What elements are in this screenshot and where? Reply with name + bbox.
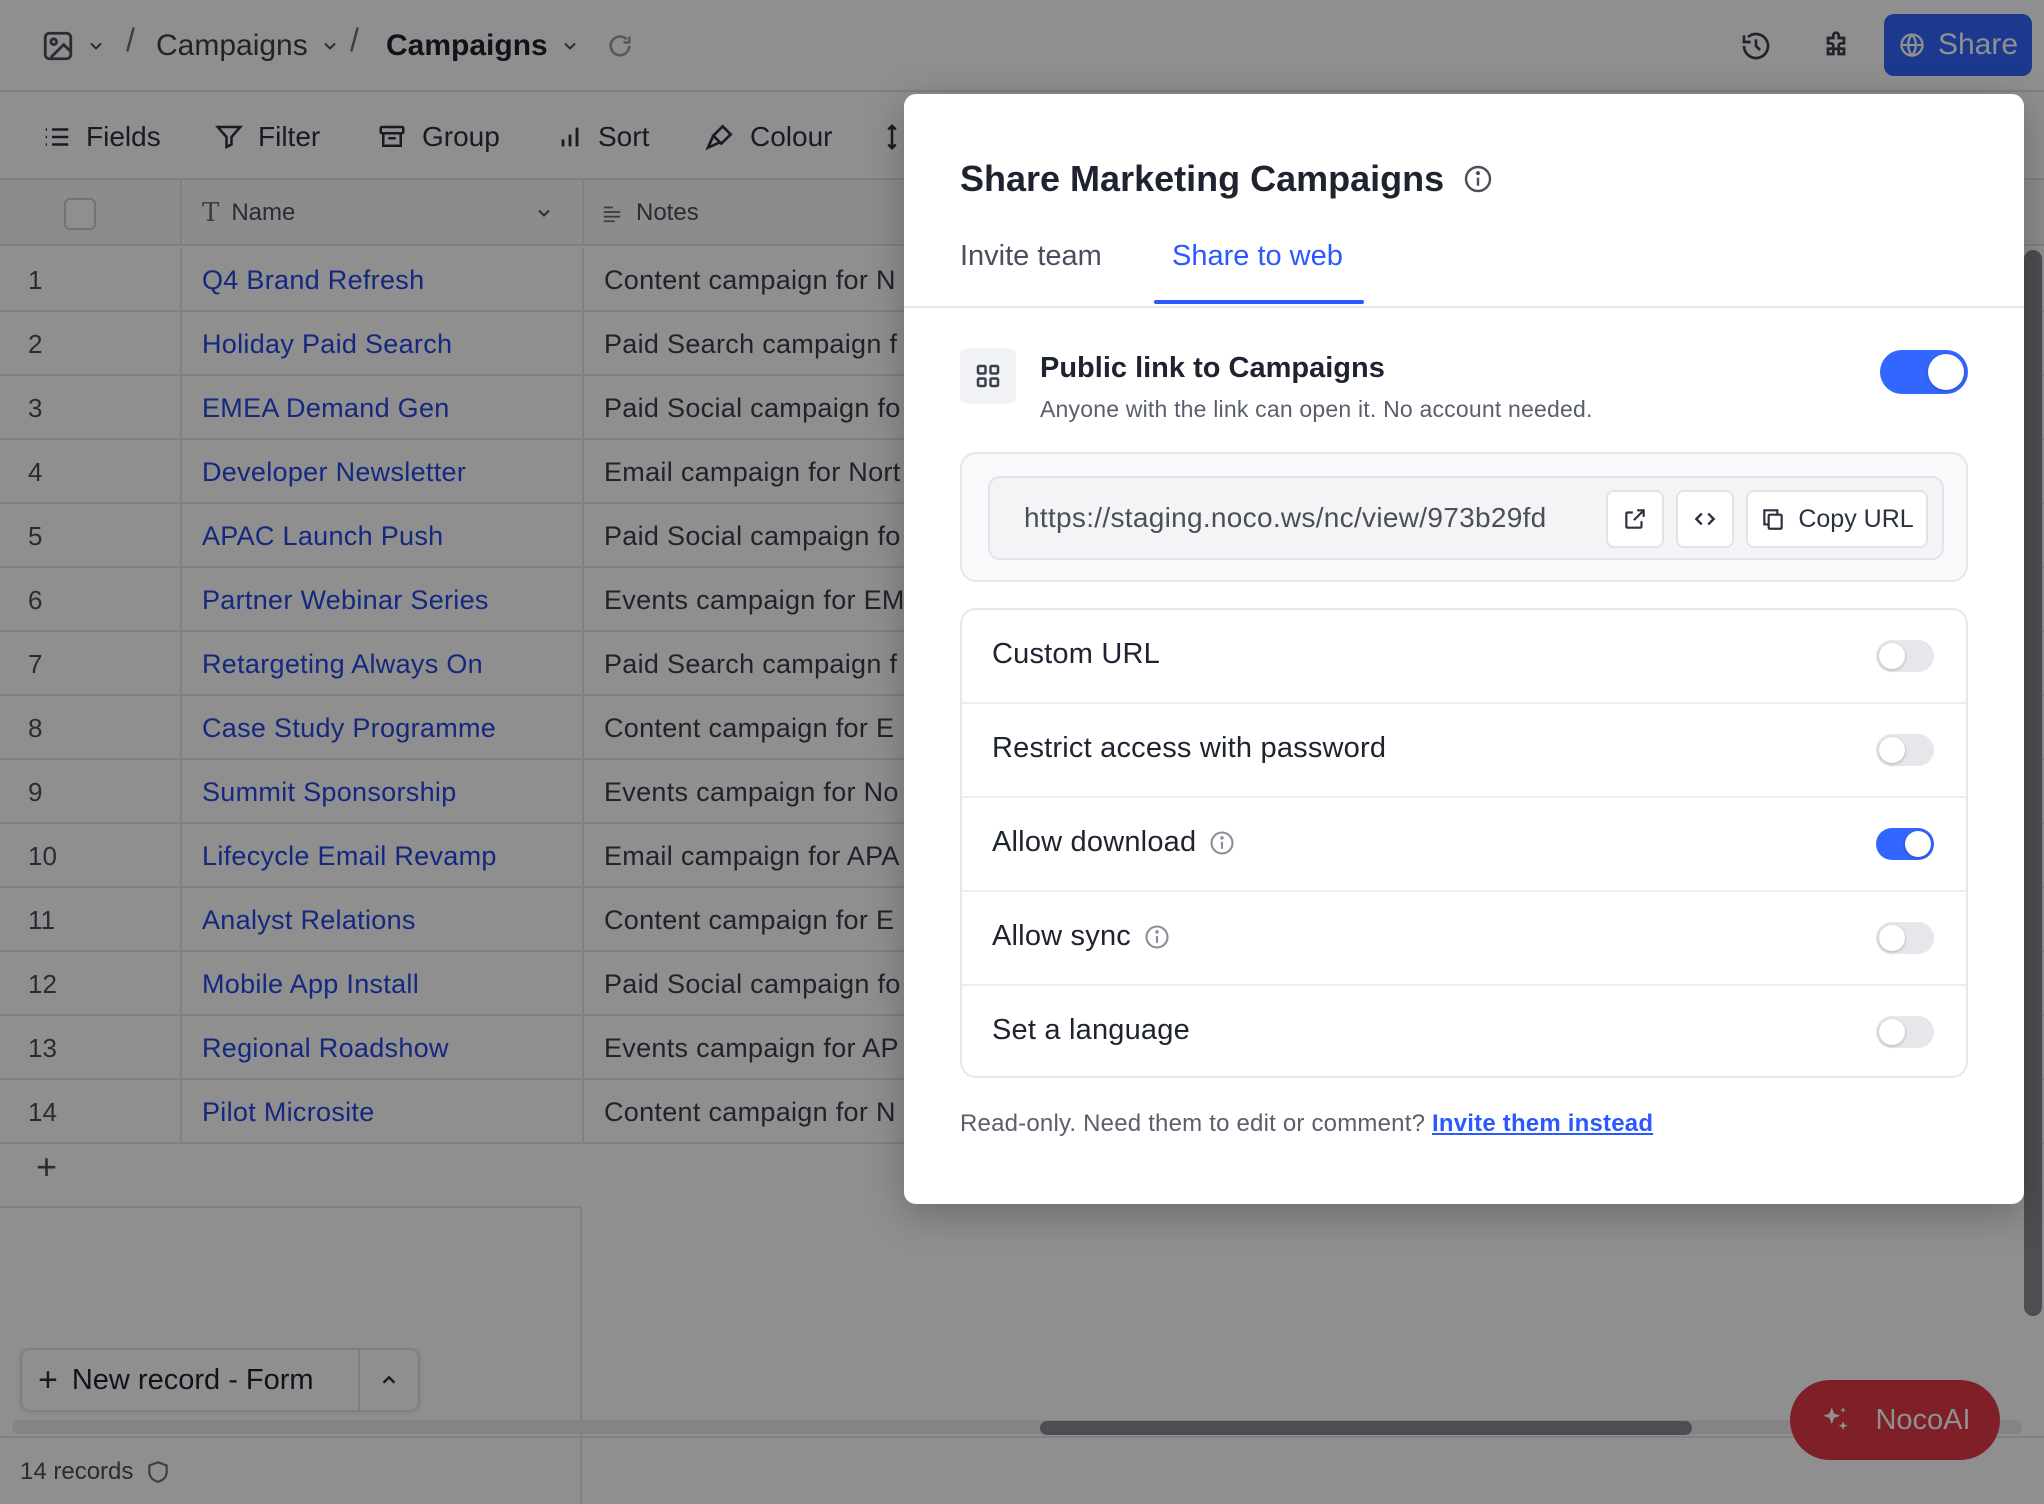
active-tab-indicator [1154, 300, 1364, 304]
tab-divider [904, 306, 2024, 308]
share-option-text: Allow sync [992, 920, 1131, 952]
copy-url-button[interactable]: Copy URL [1746, 490, 1928, 548]
code-icon [1694, 512, 1716, 526]
toggle-knob [1879, 1019, 1905, 1045]
share-option-row: Custom URL [962, 610, 1966, 704]
share-option-row: Restrict access with password [962, 704, 1966, 798]
toggle-knob [1879, 925, 1905, 951]
share-option-row: Allow sync [962, 892, 1966, 986]
invite-instead-link[interactable]: Invite them instead [1432, 1110, 1653, 1137]
share-option-toggle[interactable] [1876, 1016, 1934, 1048]
share-option-label: Custom URL [992, 638, 1160, 671]
share-option-label: Set a language [992, 1014, 1190, 1047]
url-field: https://staging.noco.ws/nc/view/973b29fd… [988, 476, 1944, 560]
footer-text: Read-only. Need them to edit or comment? [960, 1110, 1426, 1137]
tab-share-to-web[interactable]: Share to web [1172, 240, 1343, 273]
url-container: https://staging.noco.ws/nc/view/973b29fd… [960, 452, 1968, 582]
share-option-row: Set a language [962, 986, 1966, 1080]
open-link-button[interactable] [1606, 490, 1664, 548]
grid-view-icon [960, 348, 1016, 404]
dialog-footer-note: Read-only. Need them to edit or comment?… [960, 1110, 1653, 1138]
share-option-text: Allow download [992, 826, 1197, 858]
public-url-text[interactable]: https://staging.noco.ws/nc/view/973b29fd [1024, 502, 1547, 534]
info-icon[interactable] [1208, 829, 1236, 857]
embed-code-button[interactable] [1676, 490, 1734, 548]
share-options-list: Custom URL Restrict access with password A… [960, 608, 1968, 1078]
dialog-title: Share Marketing Campaigns [960, 158, 1494, 200]
tab-invite-team[interactable]: Invite team [960, 240, 1102, 273]
share-option-label: Allow sync [992, 920, 1171, 953]
toggle-knob [1879, 643, 1905, 669]
public-link-subtitle: Anyone with the link can open it. No acc… [1040, 396, 1593, 422]
toggle-knob [1928, 354, 1964, 390]
share-option-text: Restrict access with password [992, 732, 1387, 764]
share-option-toggle[interactable] [1876, 640, 1934, 672]
info-icon[interactable] [1143, 923, 1171, 951]
info-icon[interactable] [1462, 163, 1494, 195]
public-link-title: Public link to Campaigns [1040, 352, 1385, 384]
dialog-title-text: Share Marketing Campaigns [960, 158, 1445, 199]
share-option-label: Restrict access with password [992, 732, 1386, 765]
app-window: / Campaigns / Campaigns Share Fields Fil… [0, 0, 2044, 1504]
share-option-row: Allow download [962, 798, 1966, 892]
copy-url-label: Copy URL [1798, 504, 1914, 533]
share-dialog: Share Marketing Campaigns Invite team Sh… [904, 94, 2024, 1204]
external-link-icon [1625, 509, 1645, 529]
share-option-text: Custom URL [992, 638, 1160, 670]
copy-icon [1763, 509, 1784, 530]
toggle-knob [1879, 737, 1905, 763]
public-link-toggle[interactable] [1880, 350, 1968, 394]
share-option-toggle[interactable] [1876, 922, 1934, 954]
share-option-toggle[interactable] [1876, 734, 1934, 766]
toggle-knob [1905, 831, 1931, 857]
share-option-toggle[interactable] [1876, 828, 1934, 860]
share-option-label: Allow download [992, 826, 1236, 859]
share-option-text: Set a language [992, 1014, 1190, 1046]
